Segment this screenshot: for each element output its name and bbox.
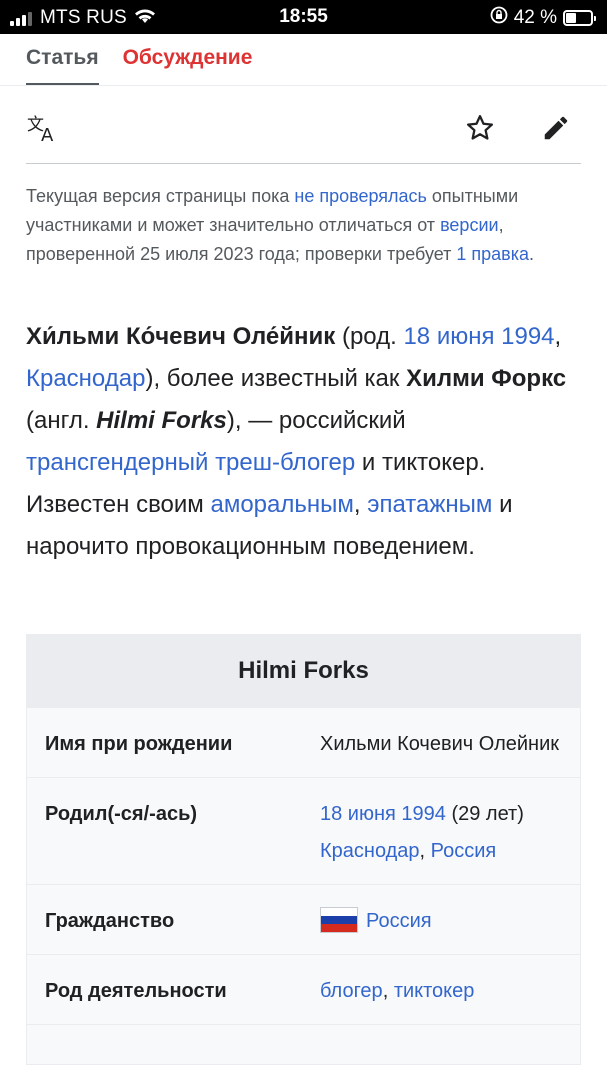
subject-name: Хи́льми Ко́чевич Оле́йник xyxy=(26,323,336,350)
status-right: 42 % xyxy=(490,6,596,29)
not-reviewed-link[interactable]: не проверялась xyxy=(294,186,427,206)
edit-pencil-icon[interactable] xyxy=(538,110,574,146)
infobox-title: Hilmi Forks xyxy=(27,635,580,707)
status-bar: MTS RUS 18:55 42 % xyxy=(0,0,607,34)
notice-text: . xyxy=(529,244,535,264)
occupation-tiktoker-link[interactable]: тиктокер xyxy=(394,980,475,1002)
infobox-key: Гражданство xyxy=(45,910,175,932)
subject-alias: Хилми Форкс xyxy=(406,365,567,392)
battery-fill xyxy=(566,12,577,23)
infobox-row-born: Родил(-ся/-ась) 18 июня 1994 (29 лет) Кр… xyxy=(27,777,580,884)
transgender-link[interactable]: трансгендерный xyxy=(26,449,208,476)
infobox-value: Россия xyxy=(320,903,570,940)
tab-article[interactable]: Статья xyxy=(26,34,99,86)
infobox-row-occupation: Род деятельности блогер, тиктокер xyxy=(27,954,580,1024)
infobox-value: Хильми Кочевич Олейник xyxy=(320,733,559,755)
infobox-key: Родил(-ся/-ась) xyxy=(45,803,198,825)
battery-icon xyxy=(563,9,596,26)
infobox-key: Имя при рождении xyxy=(45,733,233,755)
lead-text: ), более известный как xyxy=(145,365,407,392)
review-notice: Текущая версия страницы пока не проверял… xyxy=(26,182,581,269)
language-icon[interactable]: 文 A xyxy=(26,110,62,146)
article-tabs: Статья Обсуждение xyxy=(26,34,276,86)
lead-text: (род. xyxy=(335,323,404,350)
tabs-divider xyxy=(0,85,607,86)
notice-text: Текущая версия страницы пока xyxy=(26,186,295,206)
pending-edit-link[interactable]: 1 правка xyxy=(456,244,529,264)
infobox-value: блогер, тиктокер xyxy=(320,973,570,1010)
tab-talk[interactable]: Обсуждение xyxy=(123,34,253,86)
lead-text: (англ. xyxy=(26,407,97,434)
star-icon[interactable] xyxy=(462,110,498,146)
russia-flag-icon xyxy=(320,907,358,933)
infobox-value: 18 июня 1994 (29 лет) Краснодар, Россия xyxy=(320,796,570,870)
subject-alias-en: Hilmi Forks xyxy=(96,407,227,434)
born-city-link[interactable]: Краснодар xyxy=(320,840,420,862)
lead-paragraph: Хи́льми Ко́чевич Оле́йник (род. 18 июня … xyxy=(26,316,586,568)
page-actions-toolbar: 文 A xyxy=(26,100,581,164)
infobox-row-birth-name: Имя при рождении Хильми Кочевич Олейник xyxy=(27,707,580,777)
trash-blogger-link[interactable]: треш-блогер xyxy=(215,449,355,476)
occupation-blogger-link[interactable]: блогер xyxy=(320,980,383,1002)
rotation-lock-icon xyxy=(490,6,508,29)
battery-percent: 42 % xyxy=(513,6,557,28)
born-date-link[interactable]: 18 июня 1994 xyxy=(320,803,446,825)
version-link[interactable]: версии xyxy=(440,215,499,235)
infobox: Hilmi Forks Имя при рождении Хильми Коче… xyxy=(26,634,581,1065)
age-text: (29 лет) xyxy=(445,803,524,825)
separator: , xyxy=(419,840,431,862)
birth-place-link[interactable]: Краснодар xyxy=(26,365,145,392)
separator: , xyxy=(382,980,394,1002)
infobox-key: Род деятельности xyxy=(45,980,227,1002)
lead-text: ), — российский xyxy=(226,407,406,434)
lead-text: , xyxy=(554,323,562,350)
epatage-link[interactable]: эпатажным xyxy=(367,491,492,518)
svg-text:A: A xyxy=(41,125,54,143)
born-country-link[interactable]: Россия xyxy=(431,840,497,862)
infobox-row-next xyxy=(27,1024,580,1064)
birth-date-link[interactable]: 18 июня 1994 xyxy=(403,323,554,350)
citizenship-link[interactable]: Россия xyxy=(366,910,432,932)
lead-text: , xyxy=(353,491,368,518)
amoral-link[interactable]: аморальным xyxy=(210,491,353,518)
infobox-row-citizenship: Гражданство Россия xyxy=(27,884,580,954)
